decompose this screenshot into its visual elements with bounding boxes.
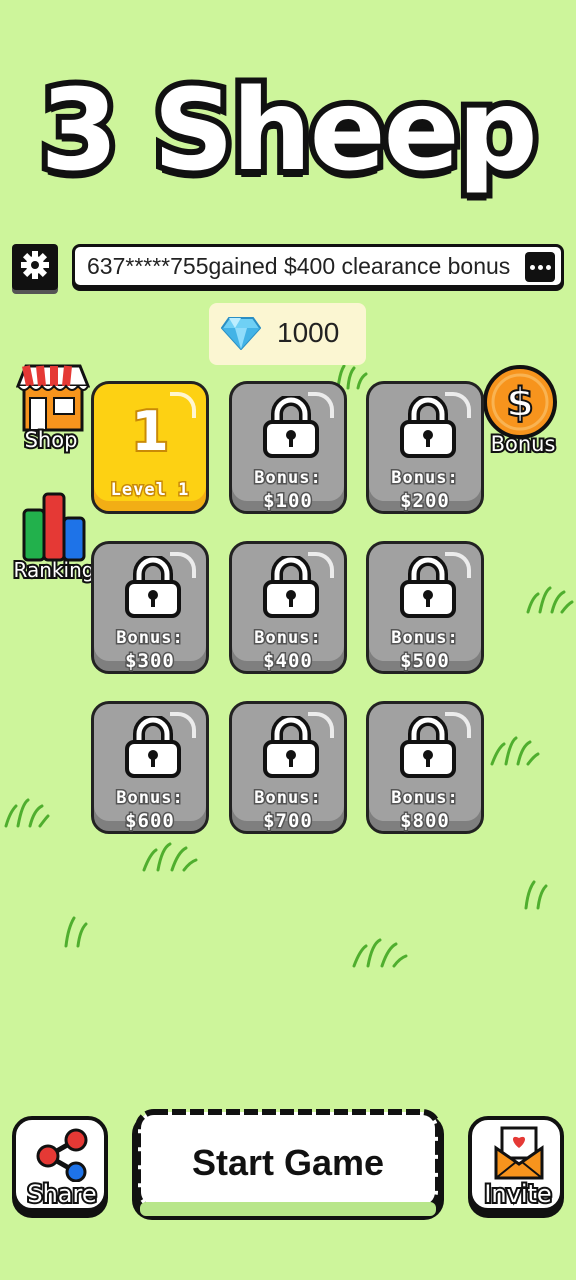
bonus-value: $500: [399, 649, 451, 674]
bonus-label: Bonus:: [253, 467, 322, 490]
more-icon[interactable]: [525, 252, 555, 282]
lock-icon: [398, 554, 458, 623]
level-tile-locked[interactable]: Bonus: $700: [229, 701, 347, 834]
bonus-label: Bonus:: [253, 787, 322, 810]
lock-icon: [261, 394, 321, 463]
level-number: 1: [129, 398, 171, 465]
news-ticker: 637*****755gained $400 clearance bonus: [72, 244, 564, 288]
level-tile-1[interactable]: 1 Level 1: [91, 381, 209, 514]
grass-decoration: [520, 876, 554, 910]
start-game-label: Start Game: [191, 1142, 385, 1183]
lock-icon: [123, 554, 183, 623]
ticker-text: 637*****755gained $400 clearance bonus: [87, 253, 511, 279]
lock-icon: [261, 554, 321, 623]
gem-counter: 1000: [209, 303, 366, 365]
bonus-label: Bonus:: [115, 787, 184, 810]
lock-icon: [123, 714, 183, 783]
svg-text:$: $: [506, 380, 534, 426]
level-tile-locked[interactable]: Bonus: $800: [366, 701, 484, 834]
ranking-button[interactable]: Ranking: [8, 492, 100, 588]
bonus-value: $600: [124, 809, 176, 834]
bonus-label: Bonus: [489, 430, 558, 458]
level-name: Level 1: [109, 479, 190, 502]
level-tile-locked[interactable]: Bonus: $600: [91, 701, 209, 834]
lock-icon: [398, 714, 458, 783]
settings-button[interactable]: [12, 244, 58, 290]
share-icon: [34, 1128, 90, 1187]
level-tile-locked[interactable]: Bonus: $100: [229, 381, 347, 514]
bonus-value: $300: [124, 649, 176, 674]
bonus-button[interactable]: $ Bonus: [478, 364, 568, 460]
ranking-label: Ranking: [12, 556, 97, 584]
shop-button[interactable]: Shop: [10, 364, 92, 460]
bonus-label: Bonus:: [390, 627, 459, 650]
bonus-value: $800: [399, 809, 451, 834]
diamond-icon: [220, 316, 262, 355]
bonus-label: Bonus:: [390, 787, 459, 810]
share-label: Share: [25, 1178, 98, 1210]
grass-decoration: [350, 934, 410, 968]
grass-decoration: [140, 838, 200, 872]
shop-label: Shop: [23, 426, 80, 454]
bonus-label: Bonus:: [115, 627, 184, 650]
level-tile-locked[interactable]: Bonus: $500: [366, 541, 484, 674]
grass-decoration: [2, 796, 50, 828]
bonus-value: $700: [262, 809, 314, 834]
gear-icon: [20, 250, 50, 285]
lock-icon: [398, 394, 458, 463]
invite-label: Invite: [482, 1178, 553, 1210]
bonus-value: $400: [262, 649, 314, 674]
grass-decoration: [60, 912, 94, 948]
invite-button[interactable]: Invite: [468, 1116, 564, 1212]
bonus-value: $200: [399, 489, 451, 514]
grass-decoration: [524, 584, 574, 614]
lock-icon: [261, 714, 321, 783]
level-tile-locked[interactable]: Bonus: $200: [366, 381, 484, 514]
share-button[interactable]: Share: [12, 1116, 108, 1212]
game-title: 3 Sheep: [34, 63, 543, 198]
grass-decoration: [488, 734, 540, 766]
bonus-value: $100: [262, 489, 314, 514]
level-tile-locked[interactable]: Bonus: $400: [229, 541, 347, 674]
bar-chart-icon: [22, 492, 92, 567]
start-game-button[interactable]: Start Game: [126, 1104, 450, 1224]
bonus-label: Bonus:: [390, 467, 459, 490]
gem-count: 1000: [277, 317, 340, 348]
bonus-label: Bonus:: [253, 627, 322, 650]
envelope-heart-icon: [494, 1126, 544, 1185]
level-tile-locked[interactable]: Bonus: $300: [91, 541, 209, 674]
